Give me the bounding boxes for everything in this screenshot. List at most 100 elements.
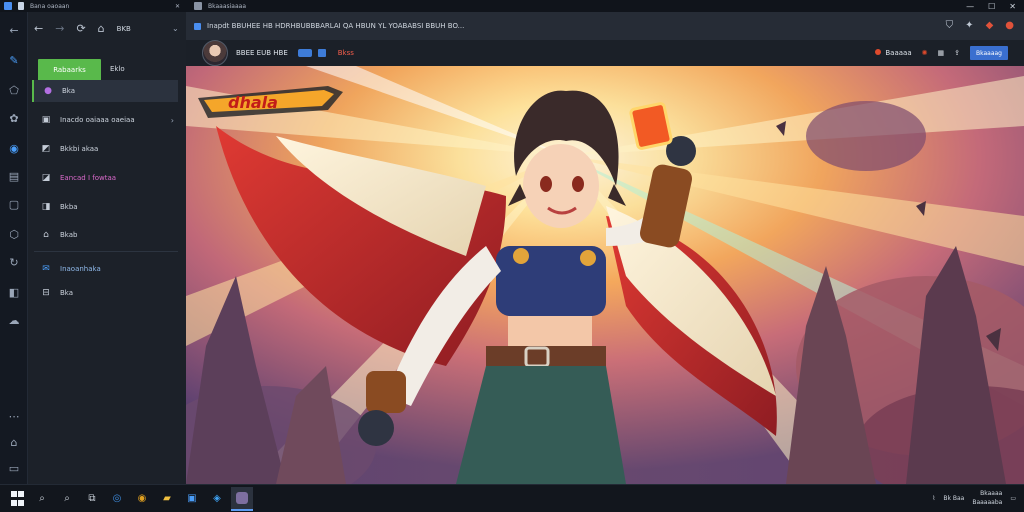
compass-icon[interactable]: ◉ — [6, 140, 22, 156]
chrome-icon[interactable]: ◉ — [134, 491, 150, 507]
close-window-button[interactable]: ✕ — [1009, 2, 1016, 11]
book-icon[interactable]: ▤ — [6, 168, 22, 184]
file-icon: ◩ — [41, 144, 51, 154]
status-text: Baaaaa — [885, 49, 912, 57]
sidebar-nav-label: BKB — [116, 24, 131, 33]
status-label: Baaaaa — [875, 49, 912, 57]
artwork-image: dhala — [186, 66, 1024, 484]
sidebar-item-5[interactable]: ◨ Bkba — [32, 196, 178, 218]
option-link[interactable]: Eklo — [110, 65, 125, 73]
sidebar-nav: ← → ⟳ ⌂ BKB ⌄ — [34, 22, 179, 35]
start-icon[interactable] — [9, 491, 25, 507]
back-icon[interactable]: ← — [34, 22, 43, 35]
cube-icon[interactable]: ⬡ — [6, 226, 22, 242]
circle-icon: ● — [44, 86, 52, 96]
back-arrow-icon[interactable]: ← — [6, 22, 22, 38]
sidebar-item-label: Bka — [60, 289, 74, 297]
edit-icon[interactable]: ◧ — [6, 284, 22, 300]
address-bar[interactable]: Inapdt BBUHEE HB HDRHBUBBBARLAI QA HBUN … — [186, 12, 1024, 40]
app-window: Bana oaoaan ✕ Bkaaasiaaaa — ☐ ✕ ← ✎ ⬠ ✿ … — [0, 0, 1024, 512]
maximize-button[interactable]: ☐ — [988, 2, 995, 11]
tray-text: Bk Baa — [943, 494, 965, 502]
content-pane: Inapdt BBUHEE HB HDRHBUBBBARLAI QA HBUN … — [186, 12, 1024, 484]
search-icon[interactable]: ⌕ — [34, 491, 50, 507]
tag-icon[interactable]: ⬠ — [6, 82, 22, 98]
app-logo-icon — [4, 2, 12, 10]
sidebar-item-4[interactable]: ◪ Eancad I fowtaa — [32, 167, 178, 189]
share-icon[interactable]: ⇪ — [954, 49, 960, 57]
settings-icon[interactable]: ✺ — [922, 49, 928, 57]
forward-icon[interactable]: → — [55, 22, 64, 35]
puzzle-icon[interactable]: ✦ — [965, 20, 973, 31]
sidebar-item-label: Bkab — [60, 231, 78, 239]
action-button[interactable]: Bkaaaag — [969, 46, 1008, 60]
sidebar-item-1[interactable]: ● Bka — [32, 80, 178, 102]
tag-label: Bkss — [337, 49, 354, 57]
sidebar-item-label: Bkkbi akaa — [60, 145, 99, 153]
sidebar: ← → ⟳ ⌂ BKB ⌄ Rabaarks Eklo ● Bka ▣ Inac… — [28, 12, 186, 484]
flower-icon[interactable]: ✿ — [6, 110, 22, 126]
taskview-icon[interactable]: ⧉ — [84, 491, 100, 507]
home-icon[interactable]: ⌂ — [6, 434, 22, 450]
refresh-icon[interactable]: ↻ — [6, 254, 22, 270]
wifi-icon[interactable]: ⌇ — [932, 495, 935, 502]
title-bar: Bana oaoaan ✕ Bkaaasiaaaa — ☐ ✕ — [0, 0, 1024, 12]
sidebar-item-3[interactable]: ◩ Bkkbi akaa — [32, 138, 178, 160]
anime-hero-illustration: dhala — [186, 66, 1024, 484]
tab-icon — [194, 2, 202, 10]
cloud-icon[interactable]: ☁ — [6, 312, 22, 328]
sidebar-item-label: Bkba — [60, 203, 78, 211]
page-title: BBEE EUB HBE — [236, 49, 288, 57]
pen-icon[interactable]: ✎ — [6, 52, 22, 68]
left-window-title: Bana oaoaan — [30, 2, 70, 10]
clock[interactable]: Bkaaaa Baaaaaba — [972, 489, 1002, 507]
document-icon — [18, 2, 24, 10]
record-icon — [875, 49, 882, 55]
system-tray: ⌇ Bk Baa Bkaaaa Baaaaaba ▭ — [932, 489, 1016, 507]
close-icon[interactable]: ✕ — [175, 3, 180, 10]
more-icon[interactable]: ⋯ — [6, 408, 22, 424]
search-alt-icon[interactable]: ⌕ — [59, 491, 75, 507]
right-window-title: Bkaaasiaaaa — [208, 2, 247, 10]
site-icon — [194, 22, 201, 30]
house-icon: ⌂ — [43, 230, 49, 240]
taskbar: ⌕ ⌕ ⧉ ◎ ◉ ▰ ▣ ◈ ⌇ Bk Baa Bkaaaa Baaaaaba… — [0, 484, 1024, 512]
address-text: Inapdt BBUHEE HB HDRHBUBBBARLAI QA HBUN … — [207, 22, 465, 30]
notification-icon[interactable]: ▭ — [1010, 495, 1016, 502]
chevron-down-icon[interactable]: ⌄ — [172, 24, 179, 33]
shield-icon[interactable]: ⛉ — [946, 20, 954, 31]
reload-icon[interactable]: ⟳ — [76, 22, 85, 35]
sidebar-item-label: Bka — [62, 87, 76, 95]
folder-icon[interactable]: ▰ — [159, 491, 175, 507]
minimize-button[interactable]: — — [966, 2, 974, 11]
profile-icon[interactable]: ● — [1005, 20, 1014, 31]
sidebar-item-2[interactable]: ▣ Inacdo oaiaaa oaeiaa › — [32, 109, 178, 131]
minus-box-icon: ⊟ — [42, 288, 50, 298]
active-app-icon[interactable] — [231, 486, 253, 511]
pencil-icon: ◨ — [41, 202, 51, 212]
chat-icon: ◪ — [41, 173, 51, 183]
panel-icon: ▣ — [41, 115, 51, 125]
home-nav-icon[interactable]: ⌂ — [98, 22, 105, 35]
sidebar-item-label: Inacdo oaiaaa oaeiaa — [60, 116, 135, 124]
grid-icon[interactable]: ▦ — [937, 49, 944, 57]
sidebar-item-label: Inaoanhaka — [60, 265, 101, 273]
chevron-right-icon: › — [170, 115, 174, 125]
sidebar-item-8[interactable]: ⊟ Bka — [32, 282, 178, 304]
store-icon[interactable]: ▣ — [184, 491, 200, 507]
avatar[interactable] — [202, 40, 228, 66]
page-toolbar: BBEE EUB HBE Bkss Baaaaa ✺ ▦ ⇪ Bkaaaag — [186, 40, 1024, 66]
mail-app-icon[interactable]: ◈ — [209, 491, 225, 507]
badge-small-icon — [317, 49, 326, 57]
square-icon[interactable]: ▢ — [6, 196, 22, 212]
icon-rail: ← ✎ ⬠ ✿ ◉ ▤ ▢ ⬡ ↻ ◧ ☁ ⋯ ⌂ ▭ — [0, 12, 28, 484]
sidebar-item-7[interactable]: ✉ Inaoanhaka — [32, 258, 178, 280]
extension-icon[interactable]: ◆ — [986, 20, 994, 31]
clock-date: Baaaaaba — [972, 499, 1003, 506]
window-icon[interactable]: ▭ — [6, 460, 22, 476]
primary-button[interactable]: Rabaarks — [38, 59, 101, 81]
sidebar-item-6[interactable]: ⌂ Bkab — [32, 224, 178, 246]
edge-icon[interactable]: ◎ — [109, 491, 125, 507]
sidebar-divider — [34, 251, 178, 252]
logo-text: dhala — [228, 93, 278, 112]
